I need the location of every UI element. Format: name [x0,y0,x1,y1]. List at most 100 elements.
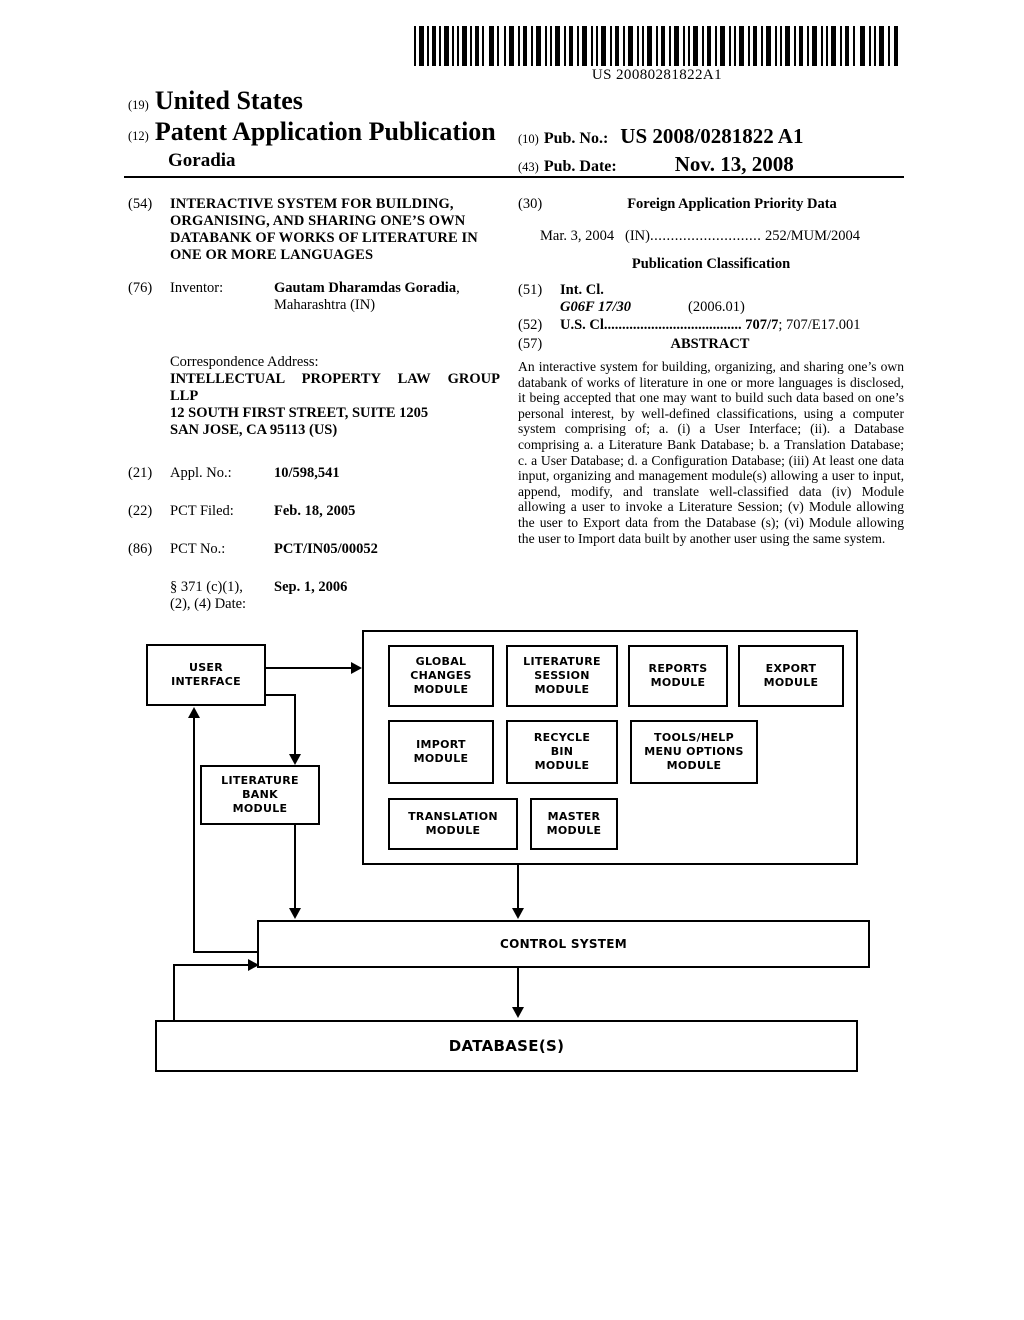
uscl-dot-leader: ..................................... [607,317,742,333]
barcode-icon [414,26,898,66]
user-interface-label: USER INTERFACE [171,661,241,688]
priority-data-line: Mar. 3, 2004 (IN).......................… [540,228,904,245]
arrowhead-control-to-databases [512,1007,524,1018]
connector-modules-to-control [517,865,519,911]
appl-label: Appl. No.: [170,465,232,481]
priority-date: Mar. 3, 2004 [540,228,615,244]
translation-module-label: TRANSLATION MODULE [408,810,498,837]
publication-date-line: (43) Pub. Date: Nov. 13, 2008 [518,152,794,177]
export-module-label: EXPORT MODULE [763,662,819,689]
databases-label: DATABASE(S) [448,1037,565,1055]
tools-help-menu-options-module-box[interactable]: TOOLS/HELP MENU OPTIONS MODULE [630,720,758,784]
literature-session-module-label: LITERATURE SESSION MODULE [523,655,601,696]
masthead: (19) United States (12) Patent Application… [128,84,904,176]
connector-ui-to-litbank-horizontal [266,694,296,696]
uscl-secondary-value: ; 707/E17.001 [778,317,861,333]
appl-value: 10/598,541 [274,465,340,481]
correspondence-address-field: Correspondence Address: INTELLECTUAL PRO… [128,354,503,439]
import-module-label: IMPORT MODULE [413,738,469,765]
country-field-number: (19) [128,98,149,112]
translation-module-box[interactable]: TRANSLATION MODULE [388,798,518,850]
connector-ui-to-modules [266,667,354,669]
global-changes-module-box[interactable]: GLOBAL CHANGES MODULE [388,645,494,707]
literature-bank-module-box[interactable]: LITERATURE BANK MODULE [200,765,320,825]
literature-session-module-box[interactable]: LITERATURE SESSION MODULE [506,645,618,707]
abstract-field-number: (57) [518,336,543,352]
applicant-name: Goradia [168,150,236,171]
arrowhead-ui-to-modules [351,662,362,674]
inventor-label: Inventor: [170,280,224,296]
connector-databases-to-control-vertical [173,964,175,1022]
export-module-box[interactable]: EXPORT MODULE [738,645,844,707]
control-system-label: CONTROL SYSTEM [499,937,627,951]
section-371-line1: § 371 (c)(1), [170,579,243,595]
us-classification-field: (52) U.S. Cl............................… [518,317,904,334]
pct-number-field-number: (86) [128,541,153,557]
master-module-label: MASTER MODULE [546,810,602,837]
reports-module-label: REPORTS MODULE [648,662,708,689]
inventor-field: (76) Inventor: Gautam Dharamdas Goradia,… [128,280,503,334]
correspondence-firm: INTELLECTUAL PROPERTY LAW GROUP [170,371,500,387]
intcl-label: Int. Cl. [560,282,604,298]
priority-country: (IN) [624,228,650,244]
foreign-priority-heading-row: (30) Foreign Application Priority Data [518,196,904,216]
pct-filed-value: Feb. 18, 2005 [274,503,356,519]
recycle-bin-module-box[interactable]: RECYCLE BIN MODULE [506,720,618,784]
uscl-label: U.S. Cl. [560,317,608,333]
foreign-priority-field-number: (30) [518,196,543,212]
country-name: United States [154,86,303,115]
header-divider [124,176,904,178]
uscl-field-number: (52) [518,317,543,333]
correspondence-firm-suffix: LLP [170,388,199,404]
inventor-field-number: (76) [128,280,153,296]
pubno-label: Pub. No.: [543,130,609,147]
section-371-date: Sep. 1, 2006 [274,579,348,595]
connector-litbank-to-control [294,825,296,911]
bibliographic-right-column: (30) Foreign Application Priority Data M… [518,196,904,546]
recycle-bin-module-label: RECYCLE BIN MODULE [533,731,591,772]
barcode-block: US 20080281822A1 [412,26,902,84]
connector-control-to-ui-vertical [193,718,195,953]
pct-filed-field: (22) PCT Filed: Feb. 18, 2005 [128,503,503,523]
inventor-value: Gautam Dharamdas Goradia, Maharashtra (I… [274,280,503,314]
correspondence-street: 12 SOUTH FIRST STREET, SUITE 1205 [170,405,429,421]
publication-classification-heading: Publication Classification [631,256,791,272]
application-number-field: (21) Appl. No.: 10/598,541 [128,465,503,485]
connector-control-to-ui-horizontal [193,951,259,953]
section-371-line2: (2), (4) Date: [170,596,247,612]
connector-control-to-databases [517,968,519,1010]
user-interface-box[interactable]: USER INTERFACE [146,644,266,706]
connector-ui-to-litbank-vertical [294,694,296,756]
intcl-field-number: (51) [518,282,543,298]
pct-filed-field-number: (22) [128,503,153,519]
reports-module-box[interactable]: REPORTS MODULE [628,645,728,707]
abstract-heading: ABSTRACT [670,336,750,352]
databases-box[interactable]: DATABASE(S) [155,1020,858,1072]
appl-field-number: (21) [128,465,153,481]
correspondence-city: SAN JOSE, CA 95113 (US) [170,422,338,438]
patent-title: INTERACTIVE SYSTEM FOR BUILDING, ORGANIS… [170,196,478,263]
title-field-number: (54) [128,196,153,212]
doc-type-line: (12) Patent Application Publication [128,117,496,147]
barcode-number: US 20080281822A1 [591,67,723,83]
correspondence-lead: Correspondence Address: [170,354,319,370]
global-changes-module-label: GLOBAL CHANGES MODULE [410,655,472,696]
inventor-location: Maharashtra (IN) [274,297,376,313]
control-system-box[interactable]: CONTROL SYSTEM [257,920,870,968]
foreign-priority-heading: Foreign Application Priority Data [627,196,837,212]
pct-number-value: PCT/IN05/00052 [274,541,378,557]
title-field: (54) INTERACTIVE SYSTEM FOR BUILDING, OR… [128,196,503,268]
inventor-name: Gautam Dharamdas Goradia [274,280,457,296]
pubno-field-number: (10) [518,132,539,146]
pubdate-label: Pub. Date: [543,158,617,175]
pct-number-label: PCT No.: [170,541,226,557]
arrowhead-modules-to-control [512,908,524,919]
pubdate-value: Nov. 13, 2008 [674,152,794,176]
uscl-primary-value: 707/7 [745,317,779,333]
bibliographic-left-column: (54) INTERACTIVE SYSTEM FOR BUILDING, OR… [128,196,503,615]
priority-number: 252/MUM/2004 [764,228,861,244]
import-module-box[interactable]: IMPORT MODULE [388,720,494,784]
pubno-value: US 2008/0281822 A1 [620,124,804,148]
master-module-box[interactable]: MASTER MODULE [530,798,618,850]
section-371-field: § 371 (c)(1), (2), (4) Date: Sep. 1, 200… [128,579,503,615]
